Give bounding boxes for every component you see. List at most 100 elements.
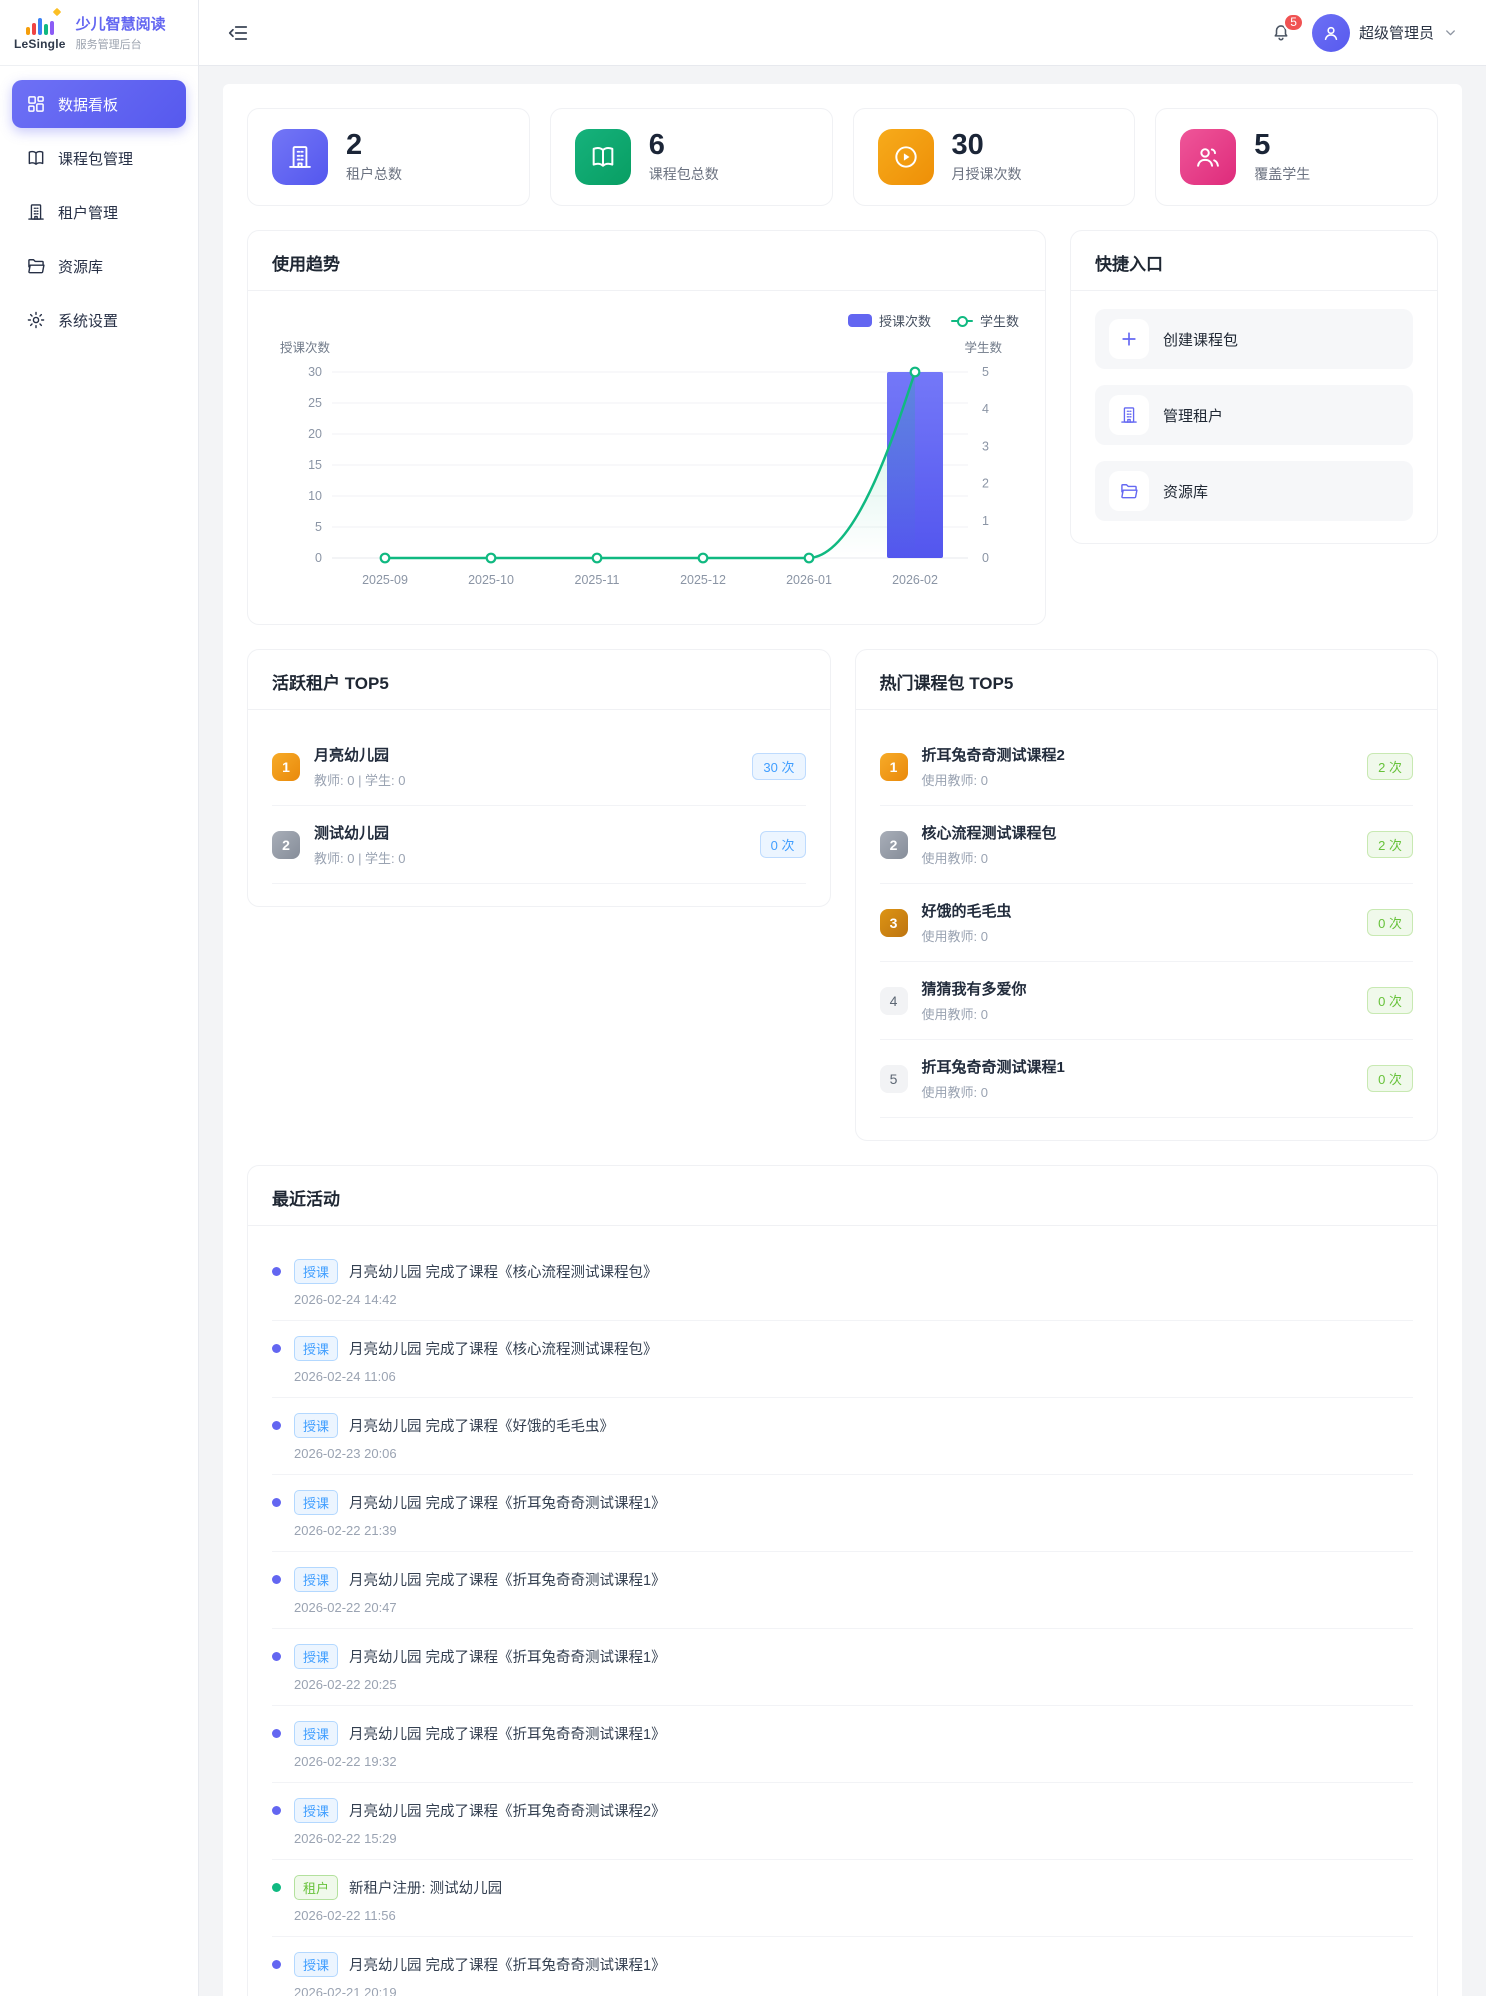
package-name: 好饿的毛毛虫 bbox=[922, 900, 1354, 921]
package-meta: 使用教师: 0 bbox=[922, 926, 1354, 945]
package-meta: 使用教师: 0 bbox=[922, 1004, 1354, 1023]
notification-bell[interactable]: 5 bbox=[1270, 21, 1294, 45]
legend-marker bbox=[951, 316, 973, 326]
rank-badge: 2 bbox=[272, 831, 300, 859]
brand-name: LeSingle bbox=[14, 37, 66, 51]
svg-text:2: 2 bbox=[982, 477, 989, 491]
stat-label: 租户总数 bbox=[346, 164, 402, 184]
stats-row: 2 租户总数 6 课程包总数 30 bbox=[247, 108, 1438, 206]
activity-row: 授课 月亮幼儿园 完成了课程《折耳兔奇奇测试课程1》 2026-02-22 20… bbox=[272, 1552, 1413, 1629]
sidebar-item[interactable]: 数据看板 bbox=[12, 80, 186, 128]
usage-count-badge: 30 次 bbox=[752, 753, 805, 780]
quick-entry-label: 管理租户 bbox=[1163, 405, 1223, 426]
svg-text:5: 5 bbox=[315, 520, 322, 534]
activity-time: 2026-02-23 20:06 bbox=[294, 1446, 1413, 1461]
quick-entry-button[interactable]: 创建课程包 bbox=[1095, 309, 1413, 369]
sidebar-item-icon bbox=[26, 148, 46, 168]
quick-entry-label: 创建课程包 bbox=[1163, 329, 1238, 350]
recent-activity-card: 最近活动 授课 月亮幼儿园 完成了课程《核心流程测试课程包》 2026-02-2… bbox=[247, 1165, 1438, 1996]
package-name: 折耳兔奇奇测试课程2 bbox=[922, 744, 1354, 765]
activity-text: 月亮幼儿园 完成了课程《核心流程测试课程包》 bbox=[349, 1338, 658, 1359]
user-icon bbox=[1321, 23, 1341, 43]
activity-text: 月亮幼儿园 完成了课程《折耳兔奇奇测试课程1》 bbox=[349, 1569, 666, 1590]
activity-row: 授课 月亮幼儿园 完成了课程《折耳兔奇奇测试课程2》 2026-02-22 15… bbox=[272, 1783, 1413, 1860]
svg-text:5: 5 bbox=[982, 365, 989, 379]
activity-row: 租户 新租户注册: 测试幼儿园 2026-02-22 11:56 bbox=[272, 1860, 1413, 1937]
brand: LeSingle 少儿智慧阅读 服务管理后台 bbox=[0, 0, 198, 66]
quick-entry-label: 资源库 bbox=[1163, 481, 1208, 502]
usage-count-badge: 0 次 bbox=[1367, 987, 1413, 1014]
chevron-down-icon bbox=[1443, 25, 1458, 40]
activity-type-badge: 授课 bbox=[294, 1413, 338, 1438]
brand-subtitle: 服务管理后台 bbox=[76, 36, 166, 52]
activity-type-badge: 授课 bbox=[294, 1644, 338, 1669]
stat-label: 月授课次数 bbox=[952, 164, 1022, 184]
svg-text:2025-12: 2025-12 bbox=[680, 573, 726, 587]
svg-text:10: 10 bbox=[308, 489, 322, 503]
svg-text:2025-11: 2025-11 bbox=[575, 573, 620, 587]
package-row: 3 好饿的毛毛虫 使用教师: 0 0 次 bbox=[880, 884, 1414, 962]
usage-count-badge: 0 次 bbox=[1367, 909, 1413, 936]
usage-count-badge: 2 次 bbox=[1367, 831, 1413, 858]
svg-text:授课次数: 授课次数 bbox=[280, 340, 331, 355]
stat-value: 5 bbox=[1254, 130, 1310, 162]
activity-type-badge: 授课 bbox=[294, 1952, 338, 1977]
activity-row: 授课 月亮幼儿园 完成了课程《折耳兔奇奇测试课程1》 2026-02-21 20… bbox=[272, 1937, 1413, 1996]
sidebar-item-icon bbox=[26, 310, 46, 330]
activity-dot bbox=[272, 1729, 281, 1738]
trend-card: 使用趋势 授课次数 学生数 bbox=[247, 230, 1046, 625]
svg-text:25: 25 bbox=[308, 396, 322, 410]
legend-label: 授课次数 bbox=[879, 311, 931, 330]
package-name: 核心流程测试课程包 bbox=[922, 822, 1354, 843]
stat-value: 6 bbox=[649, 130, 719, 162]
stat-card: 2 租户总数 bbox=[247, 108, 530, 206]
activity-time: 2026-02-22 15:29 bbox=[294, 1831, 1413, 1846]
activity-row: 授课 月亮幼儿园 完成了课程《折耳兔奇奇测试课程1》 2026-02-22 19… bbox=[272, 1706, 1413, 1783]
usage-count-badge: 0 次 bbox=[1367, 1065, 1413, 1092]
svg-text:0: 0 bbox=[315, 551, 322, 565]
quick-entry-button[interactable]: 资源库 bbox=[1095, 461, 1413, 521]
rank-badge: 1 bbox=[880, 753, 908, 781]
recent-activity-title: 最近活动 bbox=[248, 1166, 1437, 1226]
package-row: 1 折耳兔奇奇测试课程2 使用教师: 0 2 次 bbox=[880, 728, 1414, 806]
activity-row: 授课 月亮幼儿园 完成了课程《好饿的毛毛虫》 2026-02-23 20:06 bbox=[272, 1398, 1413, 1475]
stat-card: 30 月授课次数 bbox=[853, 108, 1136, 206]
stat-icon bbox=[878, 129, 934, 185]
activity-type-badge: 授课 bbox=[294, 1567, 338, 1592]
sidebar-item[interactable]: 系统设置 bbox=[12, 296, 186, 344]
quick-entry-icon bbox=[1109, 395, 1149, 435]
fold-sidebar-icon[interactable] bbox=[227, 22, 249, 44]
user-menu[interactable]: 超级管理员 bbox=[1312, 14, 1458, 52]
legend-item[interactable]: 授课次数 bbox=[848, 311, 931, 330]
quick-entry-icon bbox=[1109, 471, 1149, 511]
brand-logo-icon bbox=[26, 15, 54, 35]
rank-badge: 4 bbox=[880, 987, 908, 1015]
package-row: 4 猜猜我有多爱你 使用教师: 0 0 次 bbox=[880, 962, 1414, 1040]
sidebar-item-label: 系统设置 bbox=[58, 310, 118, 331]
rank-badge: 1 bbox=[272, 753, 300, 781]
svg-text:20: 20 bbox=[308, 427, 322, 441]
svg-text:3: 3 bbox=[982, 439, 989, 453]
sidebar-item[interactable]: 资源库 bbox=[12, 242, 186, 290]
stat-value: 30 bbox=[952, 130, 1022, 162]
sidebar-item-label: 课程包管理 bbox=[58, 148, 133, 169]
rank-badge: 3 bbox=[880, 909, 908, 937]
dashboard-panel: 2 租户总数 6 课程包总数 30 bbox=[223, 84, 1462, 1996]
activity-dot bbox=[272, 1575, 281, 1584]
activity-type-badge: 授课 bbox=[294, 1798, 338, 1823]
sidebar-item[interactable]: 课程包管理 bbox=[12, 134, 186, 182]
rank-badge: 5 bbox=[880, 1065, 908, 1093]
activity-dot bbox=[272, 1806, 281, 1815]
activity-time: 2026-02-22 19:32 bbox=[294, 1754, 1413, 1769]
content: 2 租户总数 6 课程包总数 30 bbox=[199, 66, 1486, 1996]
activity-type-badge: 授课 bbox=[294, 1336, 338, 1361]
hot-packages-card: 热门课程包 TOP5 1 折耳兔奇奇测试课程2 使用教师: 0 2 次 bbox=[855, 649, 1439, 1141]
sidebar-item[interactable]: 租户管理 bbox=[12, 188, 186, 236]
header: 5 超级管理员 bbox=[199, 0, 1486, 66]
quick-entry-button[interactable]: 管理租户 bbox=[1095, 385, 1413, 445]
active-tenants-title: 活跃租户 TOP5 bbox=[248, 650, 830, 710]
activity-text: 月亮幼儿园 完成了课程《折耳兔奇奇测试课程1》 bbox=[349, 1954, 666, 1975]
package-meta: 使用教师: 0 bbox=[922, 770, 1354, 789]
sidebar-nav: 数据看板 课程包管理 租户管理 资源库 系统设置 bbox=[0, 66, 198, 358]
legend-item[interactable]: 学生数 bbox=[951, 311, 1019, 330]
